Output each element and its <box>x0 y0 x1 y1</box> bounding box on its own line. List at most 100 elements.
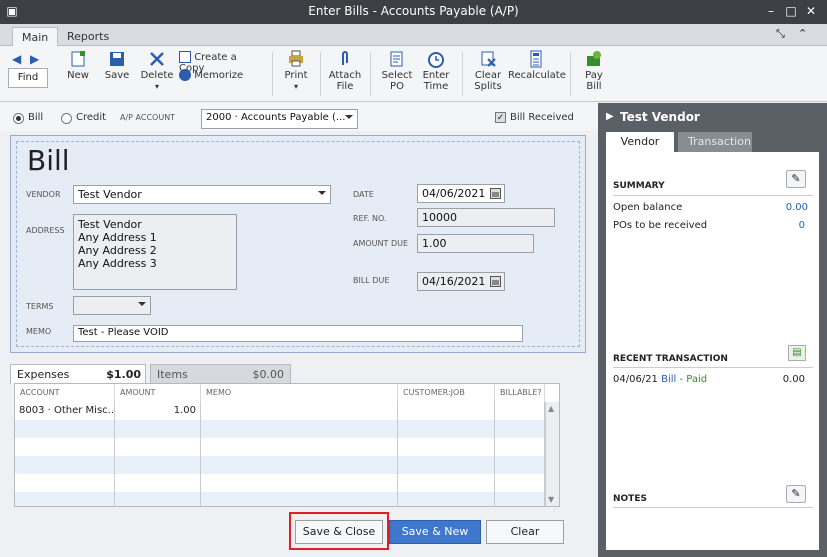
table-row[interactable] <box>15 456 545 474</box>
delete-button[interactable]: Delete ▾ <box>140 50 174 92</box>
address-box[interactable]: Test Vendor Any Address 1 Any Address 2 … <box>73 214 237 290</box>
amount-due-input[interactable]: 1.00 <box>417 234 534 253</box>
pos-value[interactable]: 0 <box>756 220 805 231</box>
select-po-icon <box>390 51 403 67</box>
title-bar: ▣ Enter Bills - Accounts Payable (A/P) –… <box>0 0 827 24</box>
col-memo[interactable]: MEMO <box>201 384 398 402</box>
memo-label: MEMO <box>26 327 52 336</box>
edit-pencil-icon[interactable]: ✎ <box>786 170 806 188</box>
minimize-icon[interactable]: – <box>763 3 779 19</box>
table-row[interactable] <box>15 492 545 506</box>
address-label: ADDRESS <box>26 226 65 235</box>
vendor-panel: ▶ Test Vendor Vendor Transaction ✎ SUMMA… <box>598 103 827 557</box>
scroll-up-icon[interactable]: ▲ <box>548 404 554 413</box>
find-button[interactable]: Find <box>8 68 48 88</box>
bill-received-checkbox[interactable]: ✓ <box>495 112 506 123</box>
table-row[interactable] <box>15 474 545 492</box>
save-new-button[interactable]: Save & New <box>389 520 481 544</box>
new-button[interactable]: New <box>64 50 92 81</box>
panel-collapse-icon[interactable]: ▶ <box>606 111 614 122</box>
open-balance-value[interactable]: 0.00 <box>756 202 808 213</box>
pay-bill-icon <box>587 51 601 66</box>
memorize-icon <box>179 69 191 81</box>
table-row[interactable] <box>15 438 545 456</box>
chevron-down-icon <box>138 302 146 306</box>
chevron-down-icon <box>318 191 326 195</box>
ref-no-label: REF. NO. <box>353 214 387 223</box>
toolbar: ◀ ▶ Find New Save Delete ▾ Create a Copy… <box>0 46 827 102</box>
memo-input[interactable]: Test - Please VOID <box>73 325 523 342</box>
panel-vendor-name: Test Vendor <box>620 110 700 124</box>
clear-button[interactable]: Clear <box>486 520 564 544</box>
bill-due-label: BILL DUE <box>353 276 390 285</box>
clear-splits-icon <box>481 51 496 67</box>
expand-icon[interactable]: ⤡ <box>776 27 785 41</box>
attach-file-button[interactable]: Attach File <box>328 50 362 92</box>
scroll-down-icon[interactable]: ▼ <box>548 495 554 504</box>
pay-bill-button[interactable]: Pay Bill <box>578 50 610 92</box>
calendar-icon <box>490 188 501 199</box>
terms-label: TERMS <box>26 302 54 311</box>
credit-radio-label: Credit <box>76 112 107 123</box>
ribbon-tab-row: Main Reports ⤡ ⌃ <box>0 24 827 47</box>
tab-main[interactable]: Main <box>12 27 59 47</box>
ap-account-select[interactable]: 2000 · Accounts Payable (... <box>201 109 358 129</box>
credit-radio[interactable] <box>61 113 72 124</box>
tab-expenses[interactable]: Expenses $1.00 <box>10 364 146 384</box>
tab-vendor[interactable]: Vendor <box>606 132 674 153</box>
calculator-icon <box>530 50 542 68</box>
vendor-select[interactable]: Test Vendor <box>73 185 331 204</box>
recent-transaction-amount: 0.00 <box>782 374 805 385</box>
pos-label: POs to be received <box>613 220 708 231</box>
ref-no-input[interactable]: 10000 <box>417 208 555 227</box>
ap-account-label: A/P ACCOUNT <box>120 113 176 122</box>
bill-type-row: Bill Credit A/P ACCOUNT 2000 · Accounts … <box>0 103 598 131</box>
clear-splits-button[interactable]: Clear Splits <box>472 50 504 92</box>
summary-title: SUMMARY <box>613 181 665 191</box>
back-arrow-icon[interactable]: ◀ <box>12 52 21 66</box>
tab-reports[interactable]: Reports <box>58 27 118 47</box>
col-amount[interactable]: AMOUNT <box>115 384 201 402</box>
bill-form: Bill VENDOR Test Vendor ADDRESS Test Ven… <box>10 135 586 353</box>
print-button[interactable]: Print ▾ <box>282 50 310 92</box>
recalculate-button[interactable]: Recalculate <box>508 50 566 81</box>
date-input[interactable]: 04/06/2021 <box>417 184 505 203</box>
notes-pencil-icon[interactable]: ✎ <box>786 485 806 503</box>
window-title: Enter Bills - Accounts Payable (A/P) <box>308 4 519 18</box>
maximize-icon[interactable]: □ <box>783 3 799 19</box>
calendar-icon <box>490 276 501 287</box>
col-billable[interactable]: BILLABLE? <box>495 384 545 402</box>
memorize-button[interactable]: Memorize <box>179 69 263 81</box>
select-po-button[interactable]: Select PO <box>380 50 414 92</box>
recent-transaction-row[interactable]: 04/06/21 Bill - Paid <box>613 374 707 385</box>
terms-select[interactable] <box>73 296 151 315</box>
vendor-label: VENDOR <box>26 190 61 199</box>
col-customer-job[interactable]: CUSTOMER:JOB <box>398 384 495 402</box>
col-account[interactable]: ACCOUNT <box>15 384 115 402</box>
tab-items[interactable]: Items $0.00 <box>150 364 291 384</box>
expenses-grid: ACCOUNT AMOUNT MEMO CUSTOMER:JOB BILLABL… <box>14 383 560 507</box>
bill-due-input[interactable]: 04/16/2021 <box>417 272 505 291</box>
recent-transaction-title: RECENT TRANSACTION <box>613 354 728 364</box>
close-icon[interactable]: ✕ <box>803 3 819 19</box>
enter-time-button[interactable]: Enter Time <box>420 50 452 92</box>
save-button[interactable]: Save <box>103 50 131 81</box>
collapse-ribbon-icon[interactable]: ⌃ <box>798 27 807 40</box>
clock-icon <box>428 52 444 68</box>
bill-heading: Bill <box>27 144 70 177</box>
table-row[interactable] <box>15 420 545 438</box>
quick-report-icon[interactable]: ▤ <box>788 345 806 361</box>
save-disk-icon <box>110 52 124 66</box>
bill-radio-label: Bill <box>28 112 44 123</box>
bill-radio[interactable] <box>13 113 24 124</box>
bill-received-label: Bill Received <box>510 112 574 123</box>
highlight-box <box>289 512 389 550</box>
forward-arrow-icon[interactable]: ▶ <box>30 52 39 66</box>
vertical-scrollbar[interactable]: ▲ ▼ <box>545 402 559 506</box>
table-row[interactable]: 8003 · Other Misc... 1.00 <box>15 402 545 420</box>
amount-due-label: AMOUNT DUE <box>353 239 409 248</box>
copy-icon <box>179 51 191 63</box>
paperclip-icon <box>342 51 348 65</box>
new-document-icon <box>71 51 85 67</box>
tab-transaction[interactable]: Transaction <box>678 132 752 153</box>
